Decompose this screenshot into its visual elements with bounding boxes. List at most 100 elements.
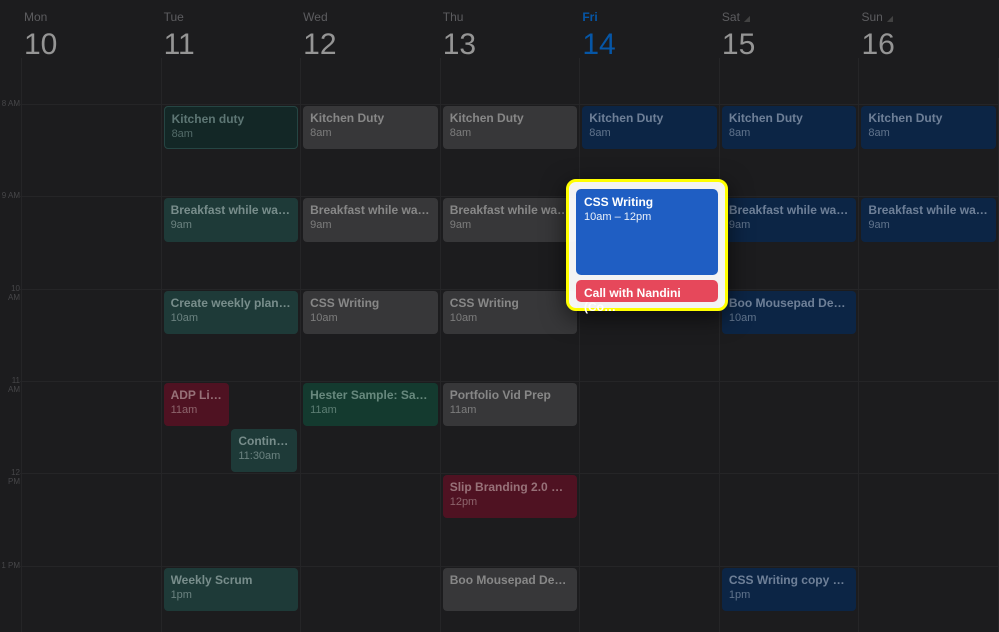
event-time: 8am [868,127,989,141]
day-separator [719,58,720,632]
event-time: 9am [171,219,292,233]
event-time: 11am [310,404,431,418]
calendar-event[interactable]: Continu…11:30am [231,429,297,472]
day-number: 14 [582,28,720,62]
day-number: 16 [861,28,999,62]
calendar-event[interactable]: Kitchen Duty8am [861,106,996,149]
day-header[interactable]: Thu13 [441,0,581,60]
hour-line [20,473,999,474]
event-title: Breakfast while watc… [310,203,431,218]
event-time: 10am [171,312,292,326]
hour-label: 9 AM [0,191,20,200]
calendar-event[interactable]: Kitchen Duty8am [722,106,857,149]
day-separator [21,58,22,632]
hour-label: 11 AM [0,376,20,394]
hour-line [20,381,999,382]
calendar-event[interactable]: Slip Branding 2.0 Call12pm [443,475,578,518]
day-header[interactable]: Sat ◢ 15 [720,0,860,60]
day-header[interactable]: Fri14 [580,0,720,60]
day-header[interactable]: Wed 12 [301,0,441,60]
event-highlight-popover[interactable]: CSS Writing 10am – 12pm Call with Nandini … [566,179,728,311]
day-number: 15 [722,28,860,62]
day-separator [858,58,859,632]
day-name: Tue [164,10,184,24]
event-time: 9am [450,219,571,233]
hour-label: 1 PM [0,561,20,570]
calendar-event[interactable]: Breakfast while watc…9am [443,198,578,241]
calendar-event[interactable]: CSS Writing10am [303,291,438,334]
day-name: Wed [303,10,327,24]
hour-label: 12 PM [0,468,20,486]
event-title: Create weekly plan b… [171,296,292,311]
day-header[interactable]: Mon10 [22,0,162,60]
event-title: CSS Writing copy co… [729,573,850,588]
day-separator [300,58,301,632]
calendar-event[interactable]: Kitchen Duty8am [582,106,717,149]
event-title: CSS Writing [450,296,571,311]
event-time: 9am [729,219,850,233]
event-time: 10am [729,312,850,326]
day-name: Sun [861,10,882,24]
calendar-event[interactable]: Breakfast while watc…9am [722,198,857,241]
calendar-event[interactable]: Portfolio Vid Prep11am [443,383,578,426]
event-title: CSS Writing [310,296,431,311]
event-time: 8am [310,127,431,141]
hour-line [20,289,999,290]
calendar-event[interactable]: Boo Mousepad Design [443,568,578,611]
event-time: 10am [450,312,571,326]
day-headers-row: Mon10Tue11Wed 12Thu13Fri14Sat ◢ 15Sun ◢ 16 [0,0,999,60]
hour-line [20,566,999,567]
calendar-event[interactable]: Kitchen Duty8am [303,106,438,149]
event-time: 1pm [171,589,292,603]
day-separator [440,58,441,632]
hour-line [20,104,999,105]
event-time: 11am [450,404,571,418]
calendar-event[interactable]: Boo Mousepad Desig…10am [722,291,857,334]
day-number: 13 [443,28,581,62]
event-time: 8am [589,127,710,141]
event-title: Kitchen duty [172,112,291,127]
day-header[interactable]: Tue11 [162,0,302,60]
calendar-week-view: Mon10Tue11Wed 12Thu13Fri14Sat ◢ 15Sun ◢ 16 CS… [0,0,999,632]
event-time: 11am [171,404,223,418]
day-separator [579,58,580,632]
event-time: 12pm [450,496,571,510]
event-title: Hester Sample: Sam… [310,388,431,403]
event-title: Kitchen Duty [729,111,850,126]
calendar-event[interactable]: Breakfast while watc…9am [164,198,299,241]
day-header[interactable]: Sun ◢ 16 [859,0,999,60]
highlighted-event[interactable]: CSS Writing 10am – 12pm [576,189,718,275]
day-name: Sat [722,10,740,24]
calendar-event[interactable]: Hester Sample: Sam…11am [303,383,438,426]
hour-line [20,196,999,197]
calendar-event[interactable]: Breakfast while watc…9am [303,198,438,241]
day-number: 12 [303,28,441,62]
event-title: Continu… [238,434,290,449]
event-time: 10am – 12pm [584,211,710,223]
calendar-event[interactable]: Breakfast while watc…9am [861,198,996,241]
event-title: CSS Writing [584,195,710,209]
calendar-event[interactable]: Weekly Scrum1pm [164,568,299,611]
calendar-event[interactable]: ADP List…11am [164,383,230,426]
calendar-event[interactable]: Kitchen Duty8am [443,106,578,149]
hour-label: 10 AM [0,284,20,302]
day-marker-icon: ◢ [887,14,893,23]
event-title: Weekly Scrum [171,573,292,588]
event-time: 8am [450,127,571,141]
day-number: 10 [24,28,162,62]
event-title: Kitchen Duty [310,111,431,126]
day-marker-icon: ◢ [744,14,750,23]
calendar-event[interactable]: Create weekly plan b…10am [164,291,299,334]
event-title: Boo Mousepad Desig… [729,296,850,311]
event-time: 9am [310,219,431,233]
event-title: Boo Mousepad Design [450,573,571,588]
highlighted-event[interactable]: Call with Nandini (Co… [576,280,718,302]
calendar-event[interactable]: Kitchen duty8am [164,106,299,149]
hour-gutter [0,0,22,60]
event-time: 8am [729,127,850,141]
calendar-event[interactable]: CSS Writing copy co…1pm [722,568,857,611]
event-title: Kitchen Duty [868,111,989,126]
event-title: Kitchen Duty [450,111,571,126]
calendar-event[interactable]: CSS Writing10am [443,291,578,334]
event-time: 11:30am [238,450,290,464]
